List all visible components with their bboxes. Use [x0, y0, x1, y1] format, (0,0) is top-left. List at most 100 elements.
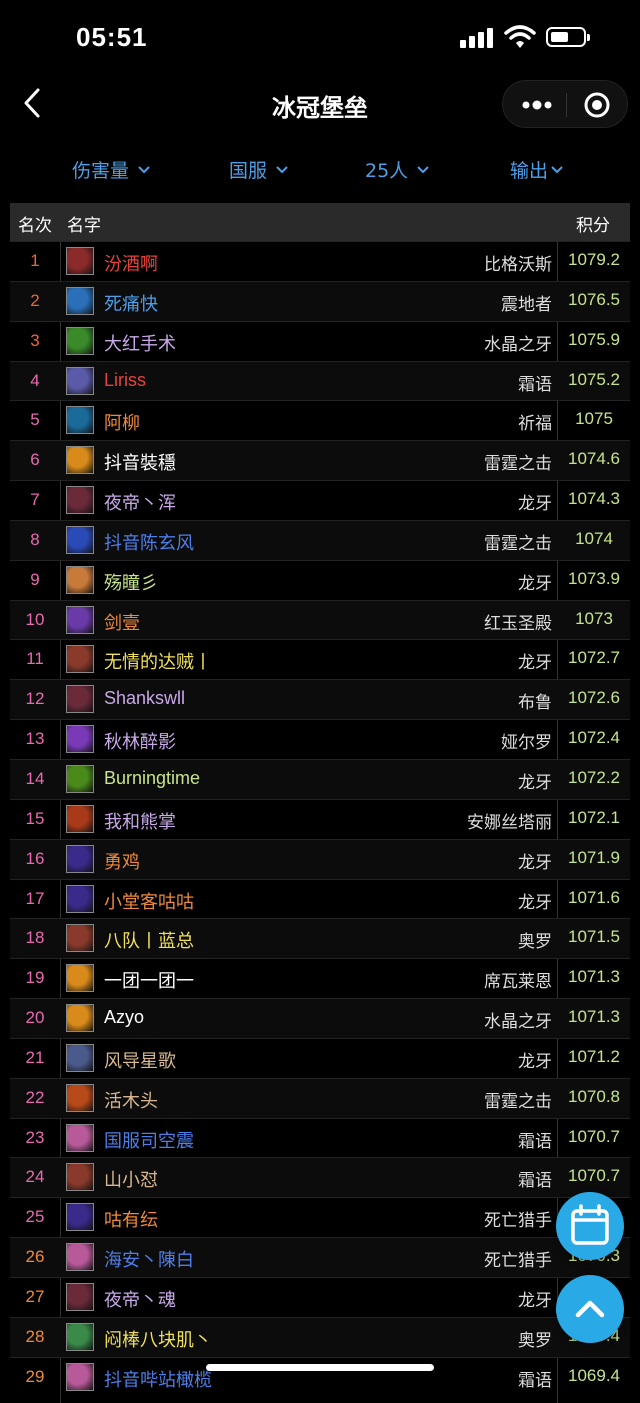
- player-name[interactable]: 死痛快: [104, 290, 158, 316]
- player-name[interactable]: 无情的达贼丨: [104, 648, 212, 674]
- score-value: 1071.6: [568, 887, 620, 907]
- warrior-icon: [66, 247, 94, 275]
- ghost-icon: [66, 366, 94, 395]
- ranking-table: 名次 名字 积分 1 汾酒啊 比格沃斯 1079.2 2 死痛快 震地者 1076.5 3 大红手…: [10, 203, 630, 1403]
- player-name[interactable]: 夜帝丶魂: [104, 1286, 176, 1312]
- filter-bar: 伤害量 国服 25人 输出: [0, 150, 640, 190]
- table-row[interactable]: 6 抖音裝穩 雷霆之击 1074.6: [10, 440, 630, 481]
- table-row[interactable]: 21 风导星歌 龙牙 1071.2: [10, 1037, 630, 1078]
- filter-region-label: 国服: [229, 160, 268, 182]
- table-row[interactable]: 4 Liriss 霜语 1075.2: [10, 360, 630, 401]
- rogue-icon: [66, 1163, 94, 1192]
- player-name[interactable]: 我和熊掌: [104, 808, 176, 834]
- score-value: 1072.2: [568, 767, 620, 787]
- table-row[interactable]: 20 Azyo 水晶之牙 1071.3: [10, 998, 630, 1038]
- player-name[interactable]: 闷棒八块肌丶: [104, 1326, 212, 1352]
- calendar-icon: [571, 1204, 609, 1245]
- server-name: 水晶之牙: [484, 334, 552, 354]
- rank-number: 26: [25, 1247, 45, 1267]
- table-row[interactable]: 1 汾酒啊 比格沃斯 1079.2: [10, 241, 630, 281]
- table-row[interactable]: 11 无情的达贼丨 龙牙 1072.7: [10, 639, 630, 679]
- table-row[interactable]: 26海安丶陳白死亡猎手1070.3: [10, 1237, 630, 1277]
- table-row[interactable]: 3 大红手术 水晶之牙 1075.9: [10, 320, 630, 361]
- player-name[interactable]: 抖音陈玄风: [104, 529, 194, 555]
- table-body: 1 汾酒啊 比格沃斯 1079.2 2 死痛快 震地者 1076.5 3 大红手术 水晶之牙 1075…: [10, 241, 630, 1396]
- table-row[interactable]: 5 阿柳 祈福 1075: [10, 400, 630, 440]
- player-name[interactable]: 国服司空震: [104, 1127, 194, 1153]
- table-row[interactable]: 7 夜帝丶浑 龙牙 1074.3: [10, 480, 630, 520]
- table-row[interactable]: 22 活木头 雷霆之击 1070.8: [10, 1077, 630, 1118]
- header-score[interactable]: 积分: [576, 211, 610, 236]
- demon-icon: [66, 486, 94, 515]
- star-icon: [66, 1203, 94, 1232]
- server-name: 雷霆之击: [484, 454, 552, 474]
- table-row[interactable]: 24 山小怼 霜语 1070.7: [10, 1157, 630, 1198]
- player-name[interactable]: Shankswll: [104, 688, 185, 709]
- capsule-divider: [566, 93, 567, 117]
- player-name[interactable]: 勇鸡: [104, 848, 140, 874]
- server-name: 席瓦莱恩: [484, 972, 552, 992]
- close-miniprogram-icon[interactable]: [583, 91, 611, 119]
- table-row[interactable]: 13 秋林醉影 娅尔罗 1072.4: [10, 719, 630, 759]
- player-name[interactable]: 殇瞳彡: [104, 569, 158, 595]
- player-name[interactable]: 八队丨蓝总: [104, 927, 194, 953]
- player-name[interactable]: 小堂客咕咕: [104, 888, 194, 914]
- table-row[interactable]: 27 夜帝丶魂 龙牙: [10, 1276, 630, 1317]
- player-name[interactable]: 夜帝丶浑: [104, 489, 176, 515]
- player-name[interactable]: 秋林醉影: [104, 728, 176, 754]
- table-row[interactable]: 25 咕有纭 死亡猎手: [10, 1197, 630, 1237]
- filter-raid-size[interactable]: 25人: [365, 156, 430, 183]
- player-name[interactable]: 汾酒啊: [104, 250, 158, 276]
- player-name[interactable]: 咕有纭: [104, 1206, 158, 1232]
- player-name[interactable]: 阿柳: [104, 409, 140, 435]
- filter-role[interactable]: 输出: [510, 156, 564, 183]
- player-name[interactable]: 抖音哔站橄榄: [104, 1366, 212, 1392]
- table-row[interactable]: 19 一团一团一 席瓦莱恩 1071.3: [10, 958, 630, 998]
- table-row[interactable]: 17 小堂客咕咕 龙牙 1071.6: [10, 878, 630, 919]
- calendar-button[interactable]: [556, 1192, 624, 1260]
- player-name[interactable]: 风导星歌: [104, 1047, 176, 1073]
- scroll-top-button[interactable]: [556, 1275, 624, 1343]
- rogue-icon: [66, 924, 94, 953]
- player-name[interactable]: 一团一团一: [104, 967, 194, 993]
- score-value: 1072.6: [568, 688, 620, 708]
- table-row[interactable]: 12 Shankswll 布鲁 1072.6: [10, 679, 630, 720]
- fist-icon: [66, 565, 94, 594]
- player-name[interactable]: 剑壹: [104, 609, 140, 635]
- gnome-icon: [66, 1123, 94, 1152]
- player-name[interactable]: 山小怼: [104, 1166, 158, 1192]
- filter-region[interactable]: 国服: [229, 156, 289, 183]
- player-name[interactable]: 海安丶陳白: [104, 1246, 194, 1272]
- rank-number: 6: [30, 450, 40, 470]
- signal-icon: [460, 28, 494, 48]
- table-row[interactable]: 29 抖音哔站橄榄 霜语 1069.4: [10, 1356, 630, 1397]
- player-name[interactable]: Burningtime: [104, 768, 200, 789]
- server-name: 霜语: [518, 1171, 552, 1191]
- table-row[interactable]: 23 国服司空震 霜语 1070.7: [10, 1117, 630, 1158]
- table-row[interactable]: 18 八队丨蓝总 奥罗 1071.5: [10, 918, 630, 959]
- table-row[interactable]: 8 抖音陈玄风 雷霆之击 1074: [10, 519, 630, 560]
- more-icon[interactable]: [519, 87, 555, 123]
- rank-number: 19: [25, 968, 45, 988]
- player-name[interactable]: 抖音裝穩: [104, 449, 176, 475]
- player-name[interactable]: Azyo: [104, 1007, 144, 1028]
- poison-icon: [66, 326, 94, 355]
- chevron-down-icon: [276, 166, 288, 174]
- player-name[interactable]: 大红手术: [104, 330, 176, 356]
- table-row[interactable]: 16 勇鸡 龙牙 1071.9: [10, 838, 630, 879]
- player-name[interactable]: 活木头: [104, 1087, 158, 1113]
- rank-number: 20: [25, 1008, 45, 1028]
- table-row[interactable]: 10 剑壹 红玉圣殿 1073: [10, 599, 630, 640]
- table-row[interactable]: 9 殇瞳彡 龙牙 1073.9: [10, 559, 630, 600]
- header-name: 名字: [67, 216, 101, 236]
- rank-number: 21: [25, 1047, 45, 1067]
- table-row[interactable]: 28闷棒八块肌丶奥罗1070.4: [10, 1316, 630, 1357]
- player-name[interactable]: Liriss: [104, 370, 146, 391]
- table-row[interactable]: 2 死痛快 震地者 1076.5: [10, 280, 630, 321]
- rank-number: 8: [30, 529, 40, 549]
- rank-number: 28: [25, 1326, 45, 1346]
- table-row[interactable]: 14 Burningtime 龙牙 1072.2: [10, 758, 630, 799]
- table-row[interactable]: 15 我和熊掌 安娜丝塔丽 1072.1: [10, 798, 630, 839]
- server-name: 龙牙: [518, 573, 552, 593]
- filter-metric[interactable]: 伤害量: [72, 156, 151, 183]
